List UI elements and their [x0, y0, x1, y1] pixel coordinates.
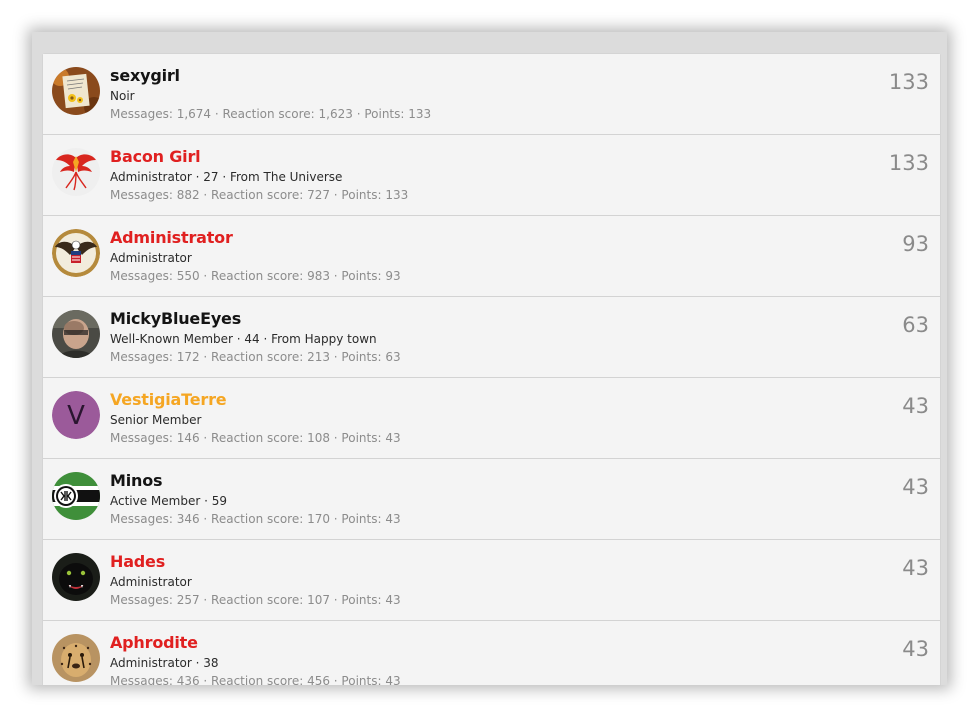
cheetah-avatar-icon[interactable]: [52, 634, 100, 682]
member-row[interactable]: V VestigiaTerre Senior Member Messages: …: [43, 378, 940, 459]
member-score: 43: [902, 637, 929, 661]
member-row[interactable]: Hades Administrator Messages: 257 · Reac…: [43, 540, 940, 621]
member-role-line: Well-Known Member · 44 · From Happy town: [110, 332, 377, 346]
member-score: 43: [902, 475, 929, 499]
member-stats: Messages: 172 · Reaction score: 213 · Po…: [110, 350, 401, 364]
member-name[interactable]: sexygirl: [110, 66, 180, 85]
panther-avatar-icon[interactable]: [52, 553, 100, 601]
member-role-line: Administrator · 27 · From The Universe: [110, 170, 343, 184]
member-stats: Messages: 436 · Reaction score: 456 · Po…: [110, 674, 401, 685]
members-panel: sexygirl Noir Messages: 1,674 · Reaction…: [32, 32, 947, 685]
member-name[interactable]: Aphrodite: [110, 633, 198, 652]
member-score: 133: [888, 70, 929, 94]
member-name[interactable]: Administrator: [110, 228, 233, 247]
member-name[interactable]: Hades: [110, 552, 165, 571]
member-name[interactable]: VestigiaTerre: [110, 390, 227, 409]
member-score: 43: [902, 556, 929, 580]
member-row[interactable]: MickyBlueEyes Well-Known Member · 44 · F…: [43, 297, 940, 378]
member-name[interactable]: Bacon Girl: [110, 147, 201, 166]
member-score: 133: [888, 151, 929, 175]
member-stats: Messages: 550 · Reaction score: 983 · Po…: [110, 269, 401, 283]
photo-avatar-icon[interactable]: [52, 310, 100, 358]
avatar-letter: V: [67, 401, 85, 431]
flag-avatar-icon[interactable]: [52, 472, 100, 520]
member-stats: Messages: 146 · Reaction score: 108 · Po…: [110, 431, 401, 445]
member-role-line: Senior Member: [110, 413, 202, 427]
note-photo-avatar-icon[interactable]: [52, 67, 100, 115]
member-role-line: Noir: [110, 89, 135, 103]
member-stats: Messages: 257 · Reaction score: 107 · Po…: [110, 593, 401, 607]
member-row[interactable]: Minos Active Member · 59 Messages: 346 ·…: [43, 459, 940, 540]
member-score: 93: [902, 232, 929, 256]
member-list: sexygirl Noir Messages: 1,674 · Reaction…: [42, 53, 941, 685]
member-row[interactable]: Bacon Girl Administrator · 27 · From The…: [43, 135, 940, 216]
member-role-line: Administrator: [110, 251, 192, 265]
member-row[interactable]: Administrator Administrator Messages: 55…: [43, 216, 940, 297]
member-role-line: Active Member · 59: [110, 494, 228, 508]
member-name[interactable]: Minos: [110, 471, 163, 490]
member-score: 63: [902, 313, 929, 337]
member-stats: Messages: 1,674 · Reaction score: 1,623 …: [110, 107, 432, 121]
member-stats: Messages: 882 · Reaction score: 727 · Po…: [110, 188, 409, 202]
member-stats: Messages: 346 · Reaction score: 170 · Po…: [110, 512, 401, 526]
letter-avatar-icon[interactable]: V: [52, 391, 100, 439]
member-score: 43: [902, 394, 929, 418]
member-name[interactable]: MickyBlueEyes: [110, 309, 241, 328]
member-row[interactable]: sexygirl Noir Messages: 1,674 · Reaction…: [43, 54, 940, 135]
member-row[interactable]: Aphrodite Administrator · 38 Messages: 4…: [43, 621, 940, 685]
member-role-line: Administrator: [110, 575, 192, 589]
phoenix-avatar-icon[interactable]: [52, 148, 100, 196]
eagle-seal-avatar-icon[interactable]: [52, 229, 100, 277]
member-role-line: Administrator · 38: [110, 656, 219, 670]
